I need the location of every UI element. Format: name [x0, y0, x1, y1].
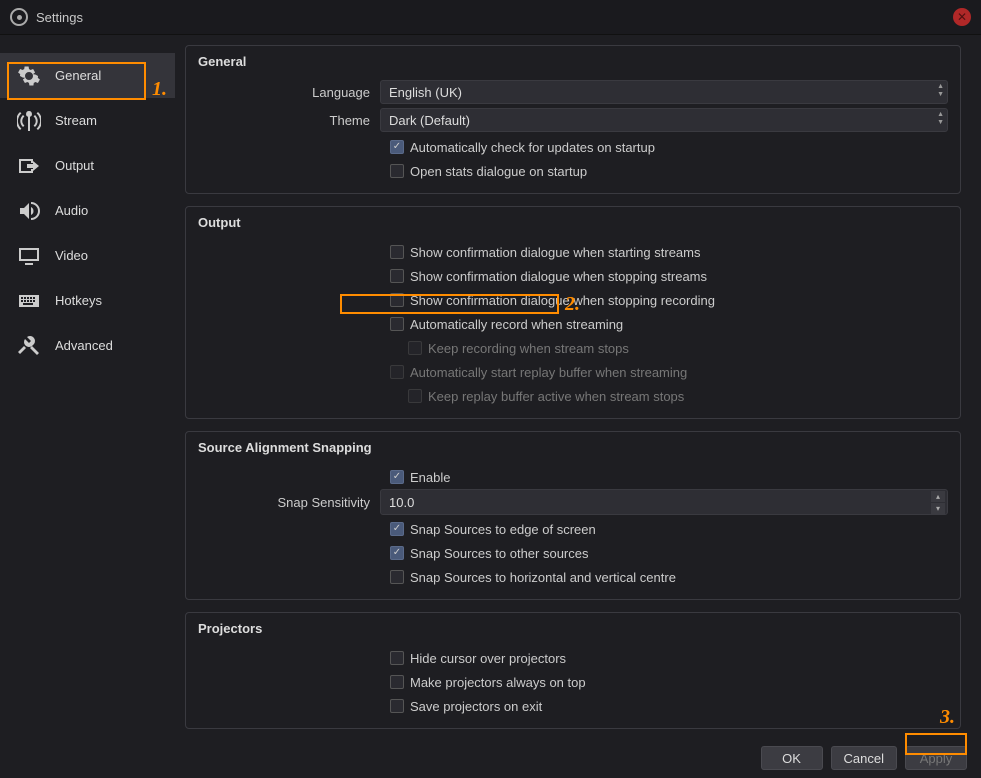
sidebar-item-label: Output	[55, 158, 94, 173]
checkbox-label: Show confirmation dialogue when stopping…	[410, 293, 715, 308]
checkbox-confirm-start[interactable]	[390, 245, 404, 259]
sidebar-item-label: Hotkeys	[55, 293, 102, 308]
checkbox-auto-replay	[390, 365, 404, 379]
checkbox-label: Show confirmation dialogue when starting…	[410, 245, 700, 260]
group-projectors: Projectors Hide cursor over projectors M…	[185, 612, 961, 729]
tools-icon	[15, 332, 43, 360]
checkbox-updates[interactable]	[390, 140, 404, 154]
apply-button[interactable]: Apply	[905, 746, 967, 770]
group-snapping: Source Alignment Snapping Enable Snap Se…	[185, 431, 961, 600]
checkbox-auto-record[interactable]	[390, 317, 404, 331]
snap-sensitivity-label: Snap Sensitivity	[198, 495, 380, 510]
checkbox-label: Keep replay buffer active when stream st…	[428, 389, 684, 404]
monitor-icon	[15, 242, 43, 270]
spinner-up-icon[interactable]: ▴	[931, 491, 945, 502]
app-icon	[10, 8, 28, 26]
sidebar-item-output[interactable]: Output	[0, 143, 175, 188]
checkbox-confirm-stop-rec[interactable]	[390, 293, 404, 307]
checkbox-label: Snap Sources to other sources	[410, 546, 589, 561]
window-title: Settings	[36, 10, 83, 25]
checkbox-label: Keep recording when stream stops	[428, 341, 629, 356]
checkbox-save-proj[interactable]	[390, 699, 404, 713]
cancel-button[interactable]: Cancel	[831, 746, 897, 770]
titlebar: Settings ✕	[0, 0, 981, 35]
checkbox-keep-replay	[408, 389, 422, 403]
speaker-icon	[15, 197, 43, 225]
language-label: Language	[198, 85, 380, 100]
checkbox-snap-enable[interactable]	[390, 470, 404, 484]
checkbox-stats[interactable]	[390, 164, 404, 178]
checkbox-confirm-stop-stream[interactable]	[390, 269, 404, 283]
gear-icon	[15, 62, 43, 90]
checkbox-snap-edge[interactable]	[390, 522, 404, 536]
checkbox-label: Open stats dialogue on startup	[410, 164, 587, 179]
sidebar-item-label: Stream	[55, 113, 97, 128]
checkbox-label: Save projectors on exit	[410, 699, 542, 714]
sidebar-item-advanced[interactable]: Advanced	[0, 323, 175, 368]
checkbox-snap-center[interactable]	[390, 570, 404, 584]
checkbox-label: Automatically start replay buffer when s…	[410, 365, 687, 380]
sidebar-item-stream[interactable]: Stream	[0, 98, 175, 143]
output-icon	[15, 152, 43, 180]
theme-label: Theme	[198, 113, 380, 128]
group-title: Source Alignment Snapping	[198, 440, 948, 455]
theme-select[interactable]: Dark (Default)▲▼	[380, 108, 948, 132]
dialog-footer: OK Cancel Apply	[0, 738, 981, 778]
checkbox-always-top[interactable]	[390, 675, 404, 689]
checkbox-keep-recording	[408, 341, 422, 355]
checkbox-label: Hide cursor over projectors	[410, 651, 566, 666]
keyboard-icon	[15, 287, 43, 315]
sidebar-item-general[interactable]: General	[0, 53, 175, 98]
sidebar-item-video[interactable]: Video	[0, 233, 175, 278]
group-general: General Language English (UK)▲▼ Theme Da…	[185, 45, 961, 194]
spinner-down-icon[interactable]: ▾	[931, 503, 945, 514]
language-select[interactable]: English (UK)▲▼	[380, 80, 948, 104]
sidebar-item-label: Audio	[55, 203, 88, 218]
group-title: Output	[198, 215, 948, 230]
sidebar: General Stream Output Audio Video	[0, 35, 175, 738]
checkbox-label: Enable	[410, 470, 450, 485]
checkbox-label: Automatically record when streaming	[410, 317, 623, 332]
group-title: General	[198, 54, 948, 69]
checkbox-label: Make projectors always on top	[410, 675, 586, 690]
snap-sensitivity-input[interactable]: 10.0▴▾	[380, 489, 948, 515]
sidebar-item-audio[interactable]: Audio	[0, 188, 175, 233]
ok-button[interactable]: OK	[761, 746, 823, 770]
antenna-icon	[15, 107, 43, 135]
sidebar-item-label: Advanced	[55, 338, 113, 353]
group-output: Output Show confirmation dialogue when s…	[185, 206, 961, 419]
checkbox-label: Automatically check for updates on start…	[410, 140, 655, 155]
checkbox-label: Show confirmation dialogue when stopping…	[410, 269, 707, 284]
sidebar-item-label: Video	[55, 248, 88, 263]
checkbox-label: Snap Sources to horizontal and vertical …	[410, 570, 676, 585]
sidebar-item-label: General	[55, 68, 101, 83]
checkbox-snap-other[interactable]	[390, 546, 404, 560]
close-icon[interactable]: ✕	[953, 8, 971, 26]
group-title: Projectors	[198, 621, 948, 636]
sidebar-item-hotkeys[interactable]: Hotkeys	[0, 278, 175, 323]
settings-content: General Language English (UK)▲▼ Theme Da…	[175, 35, 981, 738]
checkbox-hide-cursor[interactable]	[390, 651, 404, 665]
checkbox-label: Snap Sources to edge of screen	[410, 522, 596, 537]
